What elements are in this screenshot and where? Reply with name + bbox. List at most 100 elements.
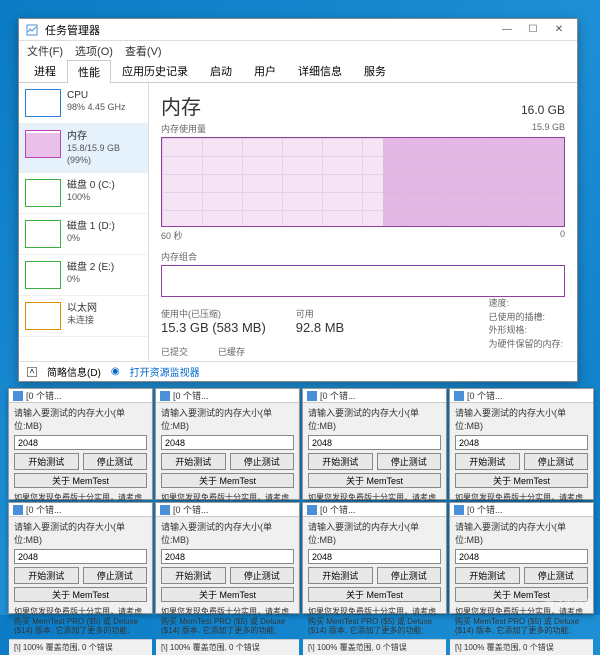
memtest-titlebar[interactable]: [0 个错... <box>9 503 152 517</box>
memory-meta: 速度: 已使用的插槽: 外形规格: 为硬件保留的内存: <box>488 297 563 351</box>
memtest-icon <box>160 505 170 515</box>
axis-right: 0 <box>560 229 565 242</box>
sidebar-item-disk2[interactable]: 磁盘 2 (E:)0% <box>19 255 148 296</box>
size-input[interactable] <box>455 549 588 564</box>
about-button[interactable]: 关于 MemTest <box>455 473 588 488</box>
stop-button[interactable]: 停止测试 <box>524 453 589 470</box>
start-button[interactable]: 开始测试 <box>308 567 373 584</box>
memtest-dialog: [0 个错... 请输入要测试的内存大小(单位:MB) 开始测试 停止测试 关于… <box>8 388 153 500</box>
sidebar-item-ethernet[interactable]: 以太网未连接 <box>19 296 148 337</box>
size-label: 请输入要测试的内存大小(单位:MB) <box>14 520 147 546</box>
stop-button[interactable]: 停止测试 <box>230 453 295 470</box>
memtest-status: [\] 100% 覆盖范围, 0 个错误 <box>9 639 152 655</box>
sidebar-item-cpu[interactable]: CPU98% 4.45 GHz <box>19 83 148 124</box>
disk1-thumb-chart <box>25 220 61 248</box>
about-button[interactable]: 关于 MemTest <box>161 473 294 488</box>
tab-processes[interactable]: 进程 <box>23 59 67 82</box>
window-title: 任务管理器 <box>45 22 495 38</box>
menu-view[interactable]: 查看(V) <box>125 43 162 59</box>
tab-details[interactable]: 详细信息 <box>287 59 353 82</box>
size-label: 请输入要测试的内存大小(单位:MB) <box>161 406 294 432</box>
start-button[interactable]: 开始测试 <box>14 453 79 470</box>
memtest-icon <box>13 391 23 401</box>
start-button[interactable]: 开始测试 <box>308 453 373 470</box>
app-icon <box>25 23 39 37</box>
about-button[interactable]: 关于 MemTest <box>308 587 441 602</box>
size-input[interactable] <box>308 435 441 450</box>
size-input[interactable] <box>455 435 588 450</box>
stat-in-use: 使用中(已压缩) 15.3 GB (583 MB) <box>161 307 266 335</box>
size-input[interactable] <box>14 435 147 450</box>
menu-file[interactable]: 文件(F) <box>27 43 63 59</box>
stop-button[interactable]: 停止测试 <box>83 453 148 470</box>
stat-committed: 已提交 <box>161 345 188 358</box>
open-resource-monitor-link[interactable]: 打开资源监视器 <box>130 364 200 379</box>
start-button[interactable]: 开始测试 <box>161 567 226 584</box>
tab-users[interactable]: 用户 <box>243 59 287 82</box>
memtest-titlebar[interactable]: [0 个错... <box>450 503 593 517</box>
disk0-thumb-chart <box>25 179 61 207</box>
memtest-titlebar[interactable]: [0 个错... <box>156 503 299 517</box>
memtest-icon <box>160 391 170 401</box>
menubar: 文件(F) 选项(O) 查看(V) <box>19 41 577 61</box>
memtest-titlebar[interactable]: [0 个错... <box>303 503 446 517</box>
sidebar-item-memory[interactable]: 内存15.8/15.9 GB (99%) <box>19 124 148 173</box>
tab-startup[interactable]: 启动 <box>199 59 243 82</box>
size-input[interactable] <box>14 549 147 564</box>
start-button[interactable]: 开始测试 <box>455 567 520 584</box>
memtest-titlebar[interactable]: [0 个错... <box>303 389 446 403</box>
about-button[interactable]: 关于 MemTest <box>308 473 441 488</box>
stop-button[interactable]: 停止测试 <box>83 567 148 584</box>
about-button[interactable]: 关于 MemTest <box>14 587 147 602</box>
about-button[interactable]: 关于 MemTest <box>161 587 294 602</box>
memtest-titlebar[interactable]: [0 个错... <box>450 389 593 403</box>
menu-options[interactable]: 选项(O) <box>75 43 113 59</box>
panel-heading: 内存 <box>161 91 201 120</box>
tabs: 进程 性能 应用历史记录 启动 用户 详细信息 服务 <box>19 61 577 83</box>
tab-services[interactable]: 服务 <box>353 59 397 82</box>
tab-app-history[interactable]: 应用历史记录 <box>111 59 199 82</box>
stop-button[interactable]: 停止测试 <box>377 453 442 470</box>
cpu-thumb-chart <box>25 89 61 117</box>
fewer-details-label[interactable]: 简略信息(D) <box>47 364 101 379</box>
memtest-icon <box>307 391 317 401</box>
about-button[interactable]: 关于 MemTest <box>14 473 147 488</box>
size-label: 请输入要测试的内存大小(单位:MB) <box>161 520 294 546</box>
start-button[interactable]: 开始测试 <box>455 453 520 470</box>
size-label: 请输入要测试的内存大小(单位:MB) <box>308 406 441 432</box>
titlebar[interactable]: 任务管理器 — ☐ ✕ <box>19 19 577 41</box>
memtest-dialog: [0 个错...请输入要测试的内存大小(单位:MB)开始测试停止测试关于 Mem… <box>302 502 447 614</box>
size-label: 请输入要测试的内存大小(单位:MB) <box>455 406 588 432</box>
memtest-dialog: [0 个错... 请输入要测试的内存大小(单位:MB) 开始测试停止测试关于 Mem… <box>8 502 153 614</box>
memtest-status: [\] 100% 覆盖范围, 0 个错误 <box>450 639 593 655</box>
memtest-titlebar[interactable]: [0 个错... <box>9 389 152 403</box>
start-button[interactable]: 开始测试 <box>14 567 79 584</box>
memtest-titlebar[interactable]: [0 个错... <box>156 389 299 403</box>
memtest-icon <box>13 505 23 515</box>
composition-label: 内存组合 <box>161 250 565 263</box>
fewer-details-icon[interactable]: ˄ <box>27 367 37 377</box>
start-button[interactable]: 开始测试 <box>161 453 226 470</box>
stop-button[interactable]: 停止测试 <box>230 567 295 584</box>
stop-button[interactable]: 停止测试 <box>377 567 442 584</box>
size-label: 请输入要测试的内存大小(单位:MB) <box>14 406 147 432</box>
size-input[interactable] <box>161 549 294 564</box>
disk2-thumb-chart <box>25 261 61 289</box>
main-panel: 内存 16.0 GB 内存使用量 15.9 GB 60 秒 0 内存组合 使用中… <box>149 83 577 361</box>
close-button[interactable]: ✕ <box>547 22 571 38</box>
stop-button[interactable]: 停止测试 <box>524 567 589 584</box>
axis-left: 60 秒 <box>161 229 183 242</box>
ethernet-thumb-chart <box>25 302 61 330</box>
sidebar-item-disk1[interactable]: 磁盘 1 (D:)0% <box>19 214 148 255</box>
sidebar-item-disk0[interactable]: 磁盘 0 (C:)100% <box>19 173 148 214</box>
maximize-button[interactable]: ☐ <box>521 22 545 38</box>
memory-thumb-chart <box>25 130 61 158</box>
minimize-button[interactable]: — <box>495 22 519 38</box>
usage-label: 内存使用量 <box>161 122 206 135</box>
usage-max: 15.9 GB <box>532 122 565 135</box>
stat-available: 可用 92.8 MB <box>296 307 344 335</box>
size-input[interactable] <box>308 549 441 564</box>
tab-performance[interactable]: 性能 <box>67 60 111 83</box>
size-input[interactable] <box>161 435 294 450</box>
stat-cached: 已缓存 <box>218 345 245 358</box>
